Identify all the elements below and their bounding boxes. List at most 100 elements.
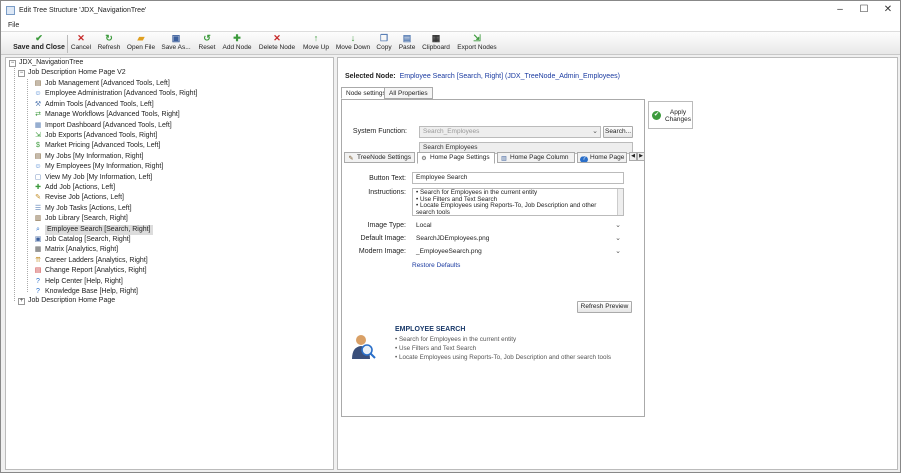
tree-item[interactable]: ⌕ Employee Search [Search, Right] (34, 224, 153, 235)
tab-home-page-settings[interactable]: ⚙ Home Page Settings (417, 152, 495, 164)
tab-home-page[interactable]: ? Home Page (577, 152, 627, 163)
tab-scroll-right-icon[interactable]: ▶ (637, 152, 645, 161)
open-file-button[interactable]: ▰ Open File (125, 33, 157, 54)
save-close-button[interactable]: ✔ Save and Close (13, 33, 65, 54)
expand-icon[interactable]: + (18, 297, 25, 305)
system-function-label: System Function: (352, 128, 407, 135)
button-text-input[interactable]: Employee Search (412, 172, 624, 184)
tree-group-v2[interactable]: − Job Description Home Page V2 (18, 68, 126, 78)
collapse-icon[interactable]: − (18, 69, 25, 77)
tree-item[interactable]: ☺ Employee Administration [Advanced Tools… (34, 89, 197, 99)
collapse-icon[interactable]: − (9, 59, 16, 67)
tree-item-label: Matrix [Analytics, Right] (45, 246, 119, 254)
close-icon[interactable]: ✕ (876, 1, 900, 19)
tree-item[interactable]: ⇲ Job Exports [Advanced Tools, Right] (34, 131, 157, 141)
move-up-button[interactable]: ↑ Move Up (301, 33, 331, 54)
delete-x-icon: ✕ (273, 33, 281, 43)
tree-item[interactable]: ⇄ Manage Workflows [Advanced Tools, Right… (34, 110, 180, 120)
refresh-preview-button[interactable]: Refresh Preview (577, 301, 632, 313)
toolbar: ✔ Save and Close ✕ Cancel ↻ Refresh ▰ Op… (1, 32, 900, 55)
delete-node-button[interactable]: ✕ Delete Node (256, 33, 298, 54)
tree-item[interactable]: ✎ Revise Job [Actions, Left] (34, 193, 124, 203)
selected-node-value: Employee Search [Search, Right] (JDX_Tre… (399, 73, 620, 80)
chevron-down-icon: ⌄ (615, 235, 621, 242)
default-image-select[interactable]: SearchJDEmployees.png ⌄ (412, 233, 624, 245)
editor-window: Edit Tree Structure 'JDX_NavigationTree'… (0, 0, 901, 473)
add-job-icon: ✚ (35, 184, 41, 191)
tree-item[interactable]: ▣ Job Catalog [Search, Right] (34, 235, 131, 245)
tree-item[interactable]: ☰ My Job Tasks [Actions, Left] (34, 204, 132, 214)
tree-item-label: My Job Tasks [Actions, Left] (45, 204, 132, 212)
save-as-button[interactable]: ▣ Save As... (159, 33, 193, 54)
paste-icon: ▤ (402, 33, 412, 43)
image-type-select[interactable]: Local ⌄ (412, 220, 624, 232)
search-function-button[interactable]: Search... (603, 126, 633, 138)
tree-panel: − JDX_NavigationTree − Job Description H… (5, 57, 334, 470)
menu-bar: File (1, 19, 900, 32)
tree-item[interactable]: ▥ Job Library [Search, Right] (34, 214, 128, 224)
tree-item[interactable]: ▦ Import Dashboard [Advanced Tools, Left] (34, 121, 172, 131)
preview-line: • Search for Employees in the current en… (395, 336, 517, 343)
textarea-scrollbar[interactable] (617, 189, 623, 215)
tree-settings-icon: ✎ (348, 156, 354, 162)
refresh-button[interactable]: ↻ Refresh (95, 33, 123, 54)
tree-item[interactable]: $ Market Pricing [Advanced Tools, Left] (34, 141, 160, 151)
tree-item[interactable]: ▤ My Jobs [My Information, Right] (34, 152, 144, 162)
modern-image-select[interactable]: _EmployeeSearch.png ⌄ (412, 246, 624, 258)
tree-item[interactable]: ▢ View My Job [My Information, Left] (34, 173, 153, 183)
tab-all-properties[interactable]: All Properties (384, 87, 433, 99)
tree-item[interactable]: ☺ My Employees [My Information, Right] (34, 162, 163, 172)
matrix-icon: ▦ (34, 246, 42, 254)
tree-item[interactable]: ? Help Center [Help, Right] (34, 277, 123, 287)
tab-treenode-settings[interactable]: ✎ TreeNode Settings (344, 152, 415, 163)
menu-file[interactable]: File (8, 22, 19, 29)
selected-node: Selected Node: Employee Search [Search, R… (345, 73, 620, 80)
copy-button[interactable]: ❐ Copy (375, 33, 393, 54)
copy-icon: ❐ (379, 33, 389, 43)
tree-item[interactable]: ▦ Matrix [Analytics, Right] (34, 245, 118, 255)
employees-icon: ☺ (34, 90, 42, 98)
maximize-icon[interactable]: ☐ (852, 1, 876, 19)
cancel-button[interactable]: ✕ Cancel (69, 33, 93, 54)
tree-item[interactable]: ⚒ Admin Tools [Advanced Tools, Left] (34, 100, 154, 110)
paste-button[interactable]: ▤ Paste (396, 33, 418, 54)
cancel-x-icon: ✕ (77, 33, 85, 43)
plus-icon: ✚ (233, 33, 241, 43)
reset-button[interactable]: ↺ Reset (195, 33, 219, 54)
reset-icon: ↺ (203, 33, 211, 43)
career-ladders-icon: ⇈ (35, 256, 41, 264)
instructions-textarea[interactable]: • Search for Employees in the current en… (412, 188, 624, 216)
tab-home-page-column[interactable]: ▥ Home Page Column (497, 152, 575, 163)
employee-search-icon (352, 335, 376, 359)
workflow-icon: ⇄ (35, 111, 41, 119)
job-library-icon: ▥ (34, 215, 42, 223)
change-report-icon: ▤ (34, 267, 42, 275)
title-bar: Edit Tree Structure 'JDX_NavigationTree'… (1, 1, 900, 19)
tree-item[interactable]: ▤ Job Management [Advanced Tools, Left] (34, 79, 170, 89)
arrow-down-icon: ↓ (350, 33, 356, 43)
default-image-label: Default Image: (360, 235, 406, 242)
help-center-icon: ? (36, 277, 40, 285)
tree-item[interactable]: ✚ Add Job [Actions, Left] (34, 183, 115, 193)
apply-changes-button[interactable]: ✔ Apply Changes (648, 101, 693, 129)
tree-item-label: Change Report [Analytics, Right] (45, 267, 147, 275)
admin-tools-icon: ⚒ (34, 100, 42, 108)
window-title: Edit Tree Structure 'JDX_NavigationTree' (19, 6, 147, 14)
tree-guide-line (14, 68, 15, 301)
my-employees-icon: ☺ (34, 163, 42, 171)
export-nodes-button[interactable]: ⇲ Export Nodes (456, 33, 498, 54)
add-node-button[interactable]: ✚ Add Node (221, 33, 253, 54)
minimize-icon[interactable]: – (828, 1, 852, 19)
tab-scroll-left-icon[interactable]: ◀ (629, 152, 637, 161)
tree-root[interactable]: − JDX_NavigationTree (9, 58, 83, 68)
move-down-button[interactable]: ↓ Move Down (334, 33, 372, 54)
tree-item[interactable]: ⇈ Career Ladders [Analytics, Right] (34, 256, 148, 266)
system-function-select[interactable]: Search_Employees ⌄ (419, 126, 601, 138)
clipboard-button[interactable]: ▦ Clipboard (421, 33, 451, 54)
tree-item-label: Admin Tools [Advanced Tools, Left] (45, 100, 154, 108)
tree-item[interactable]: ▤ Change Report [Analytics, Right] (34, 266, 147, 276)
columns-icon: ▥ (501, 156, 507, 162)
tree-group-home[interactable]: + Job Description Home Page (18, 296, 115, 306)
job-tasks-icon: ☰ (34, 204, 42, 212)
restore-defaults-link[interactable]: Restore Defaults (412, 262, 460, 269)
